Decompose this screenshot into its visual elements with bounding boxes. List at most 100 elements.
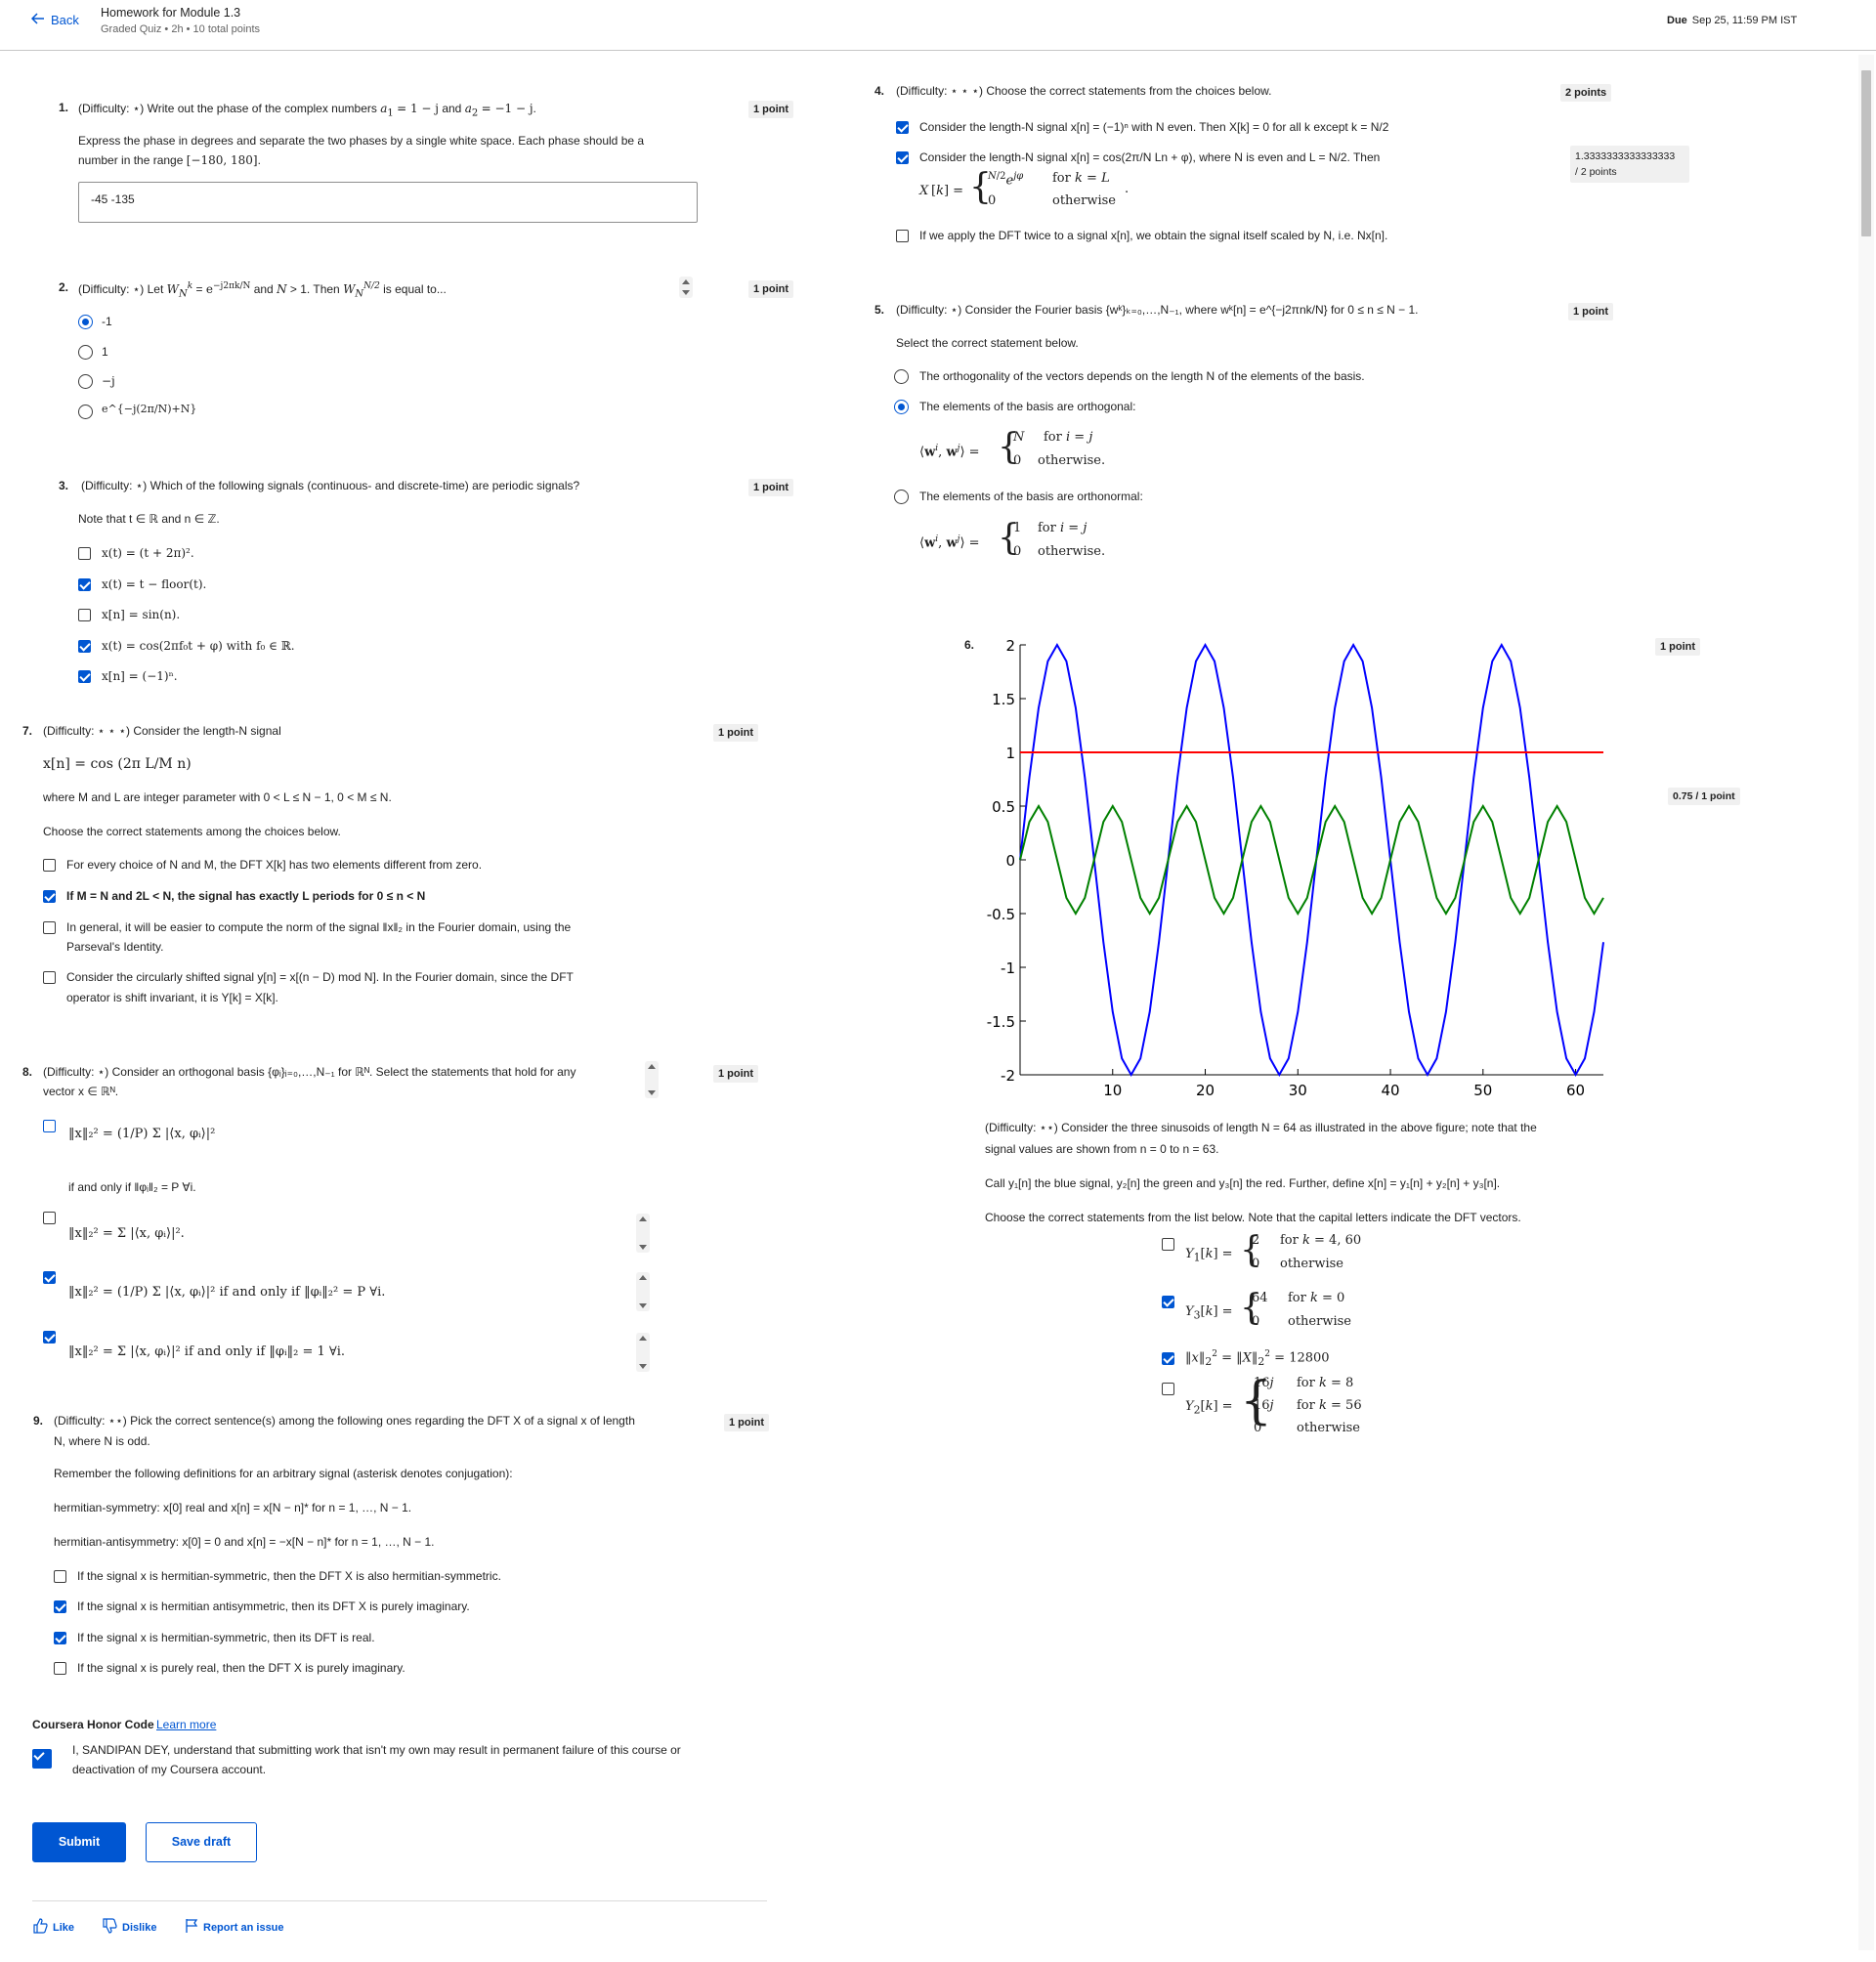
honor-code-checkbox[interactable] — [32, 1749, 52, 1769]
score-total: / 2 points — [1575, 166, 1617, 178]
quiz-meta: Graded Quiz • 2h • 10 total points — [101, 23, 261, 35]
flag-icon — [185, 1918, 198, 1937]
checkbox[interactable] — [43, 1212, 56, 1224]
x-tick-label: 20 — [1196, 1082, 1215, 1099]
checkbox[interactable] — [43, 921, 56, 934]
points-badge: 1 point — [748, 479, 794, 496]
question-number: 3. — [59, 479, 69, 492]
radio-option[interactable] — [894, 369, 909, 384]
definition: hermitian-antisymmetry: x[0] = 0 and x[n… — [54, 1535, 435, 1549]
points-badge: 1 point — [1655, 638, 1701, 656]
checkbox[interactable] — [78, 547, 91, 560]
radio-option[interactable] — [78, 345, 93, 360]
checkbox[interactable] — [43, 971, 56, 984]
checkbox[interactable] — [896, 151, 909, 164]
page-scrollbar[interactable] — [1858, 55, 1874, 1950]
checkbox[interactable] — [1162, 1383, 1174, 1395]
scroll-stepper[interactable] — [679, 277, 693, 298]
save-draft-button[interactable]: Save draft — [146, 1822, 257, 1862]
radio-option[interactable] — [894, 490, 909, 504]
back-link[interactable]: Back — [30, 13, 79, 27]
option-label: If the signal x is hermitian-symmetric, … — [77, 1631, 375, 1644]
score-badge: 1.3333333333333333 / 2 points — [1570, 146, 1689, 183]
option-label: The elements of the basis are orthogonal… — [919, 400, 1136, 413]
points-badge: 1 point — [713, 724, 759, 742]
option-label: If the signal x is hermitian-symmetric, … — [77, 1569, 501, 1583]
checkbox[interactable] — [43, 1331, 56, 1344]
submit-button[interactable]: Submit — [32, 1822, 126, 1862]
option-label: If we apply the DFT twice to a signal x[… — [919, 229, 1388, 242]
checkbox[interactable] — [78, 578, 91, 591]
radio-option[interactable] — [894, 400, 909, 414]
checkbox[interactable] — [1162, 1352, 1174, 1365]
checkbox[interactable] — [896, 121, 909, 134]
question-text: Remember the following definitions for a… — [54, 1467, 513, 1480]
answer-input[interactable]: -45 -135 — [78, 182, 698, 223]
option-label: ‖x‖₂² = Σ |⟨x, φᵢ⟩|². — [68, 1226, 185, 1241]
question-number: 7. — [22, 724, 33, 738]
question-text: signal values are shown from n = 0 to n … — [985, 1142, 1219, 1156]
y-tick-label: -2 — [1001, 1067, 1015, 1085]
honor-code-title: Coursera Honor Code — [32, 1718, 154, 1731]
checkbox[interactable] — [1162, 1238, 1174, 1251]
option-label: x(t) = t − floor(t). — [102, 577, 207, 591]
question-text: (Difficulty: ⋆) Consider an orthogonal b… — [43, 1065, 576, 1079]
page-title: Homework for Module 1.3 — [101, 6, 241, 20]
scroll-stepper[interactable] — [645, 1061, 659, 1098]
checkbox[interactable] — [896, 230, 909, 242]
question-text: vector x ∈ ℝᴺ. — [43, 1085, 119, 1098]
checkbox[interactable] — [43, 1120, 56, 1132]
points-badge: 1 point — [1568, 303, 1614, 320]
question-number: 1. — [59, 101, 69, 114]
y-tick-label: 2 — [1005, 637, 1015, 655]
points-badge: 2 points — [1560, 84, 1612, 102]
radio-option[interactable] — [78, 374, 93, 389]
question-number: 4. — [874, 84, 885, 98]
checkbox[interactable] — [54, 1600, 66, 1613]
checkbox[interactable] — [43, 890, 56, 903]
scrollbar-thumb[interactable] — [1861, 70, 1871, 236]
checkbox[interactable] — [54, 1632, 66, 1644]
option-label: operator is shift invariant, it is Y[k] … — [66, 991, 278, 1004]
y-tick-label: 1.5 — [992, 691, 1015, 708]
checkbox[interactable] — [78, 670, 91, 683]
radio-option[interactable] — [78, 405, 93, 419]
thumbs-up-icon — [32, 1918, 48, 1937]
y-tick-label: 0.5 — [992, 798, 1015, 816]
scroll-stepper[interactable] — [636, 1272, 650, 1311]
scroll-stepper[interactable] — [636, 1333, 650, 1372]
x-tick-label: 50 — [1473, 1082, 1492, 1099]
question-number: 9. — [33, 1414, 44, 1428]
option-label: x(t) = cos(2πf₀t + φ) with f₀ ∈ ℝ. — [102, 639, 295, 653]
y-tick-label: 0 — [1005, 852, 1015, 870]
like-button[interactable]: Like — [32, 1918, 74, 1937]
option-label: x[n] = (−1)ⁿ. — [102, 669, 178, 683]
checkbox[interactable] — [43, 859, 56, 872]
checkbox[interactable] — [43, 1271, 56, 1284]
question-text: (Difficulty: ⋆⋆) Pick the correct senten… — [54, 1414, 635, 1428]
radio-option[interactable] — [78, 315, 93, 329]
checkbox[interactable] — [54, 1662, 66, 1675]
option-label: e^{−j(2π/N)+N} — [102, 403, 197, 415]
option-label: The orthogonality of the vectors depends… — [919, 369, 1365, 383]
option-label: ‖x‖₂² = (1/P) Σ |⟨x, φᵢ⟩|² — [68, 1127, 216, 1141]
report-issue-button[interactable]: Report an issue — [185, 1918, 284, 1937]
option-label: If M = N and 2L < N, the signal has exac… — [66, 889, 426, 903]
question-number: 6. — [964, 638, 975, 652]
option-formula: ‖x‖22 = ‖X‖22 = 12800 — [1185, 1349, 1330, 1368]
checkbox[interactable] — [78, 609, 91, 621]
scroll-stepper[interactable] — [636, 1214, 650, 1253]
question-note: Note that t ∈ ℝ and n ∈ ℤ. — [78, 512, 220, 526]
question-number: 8. — [22, 1065, 33, 1079]
checkbox[interactable] — [78, 640, 91, 653]
y-tick-label: 1 — [1005, 745, 1015, 762]
checkbox[interactable] — [1162, 1296, 1174, 1308]
learn-more-link[interactable]: Learn more — [156, 1718, 216, 1731]
question-text: (Difficulty: ⋆) Write out the phase of t… — [78, 102, 536, 119]
x-tick-label: 30 — [1289, 1082, 1307, 1099]
dislike-button[interactable]: Dislike — [102, 1918, 156, 1937]
option-label: Consider the length-N signal x[n] = (−1)… — [919, 120, 1389, 134]
score-badge: 0.75 / 1 point — [1668, 788, 1740, 805]
option-label: x[n] = sin(n). — [102, 608, 181, 621]
checkbox[interactable] — [54, 1570, 66, 1583]
